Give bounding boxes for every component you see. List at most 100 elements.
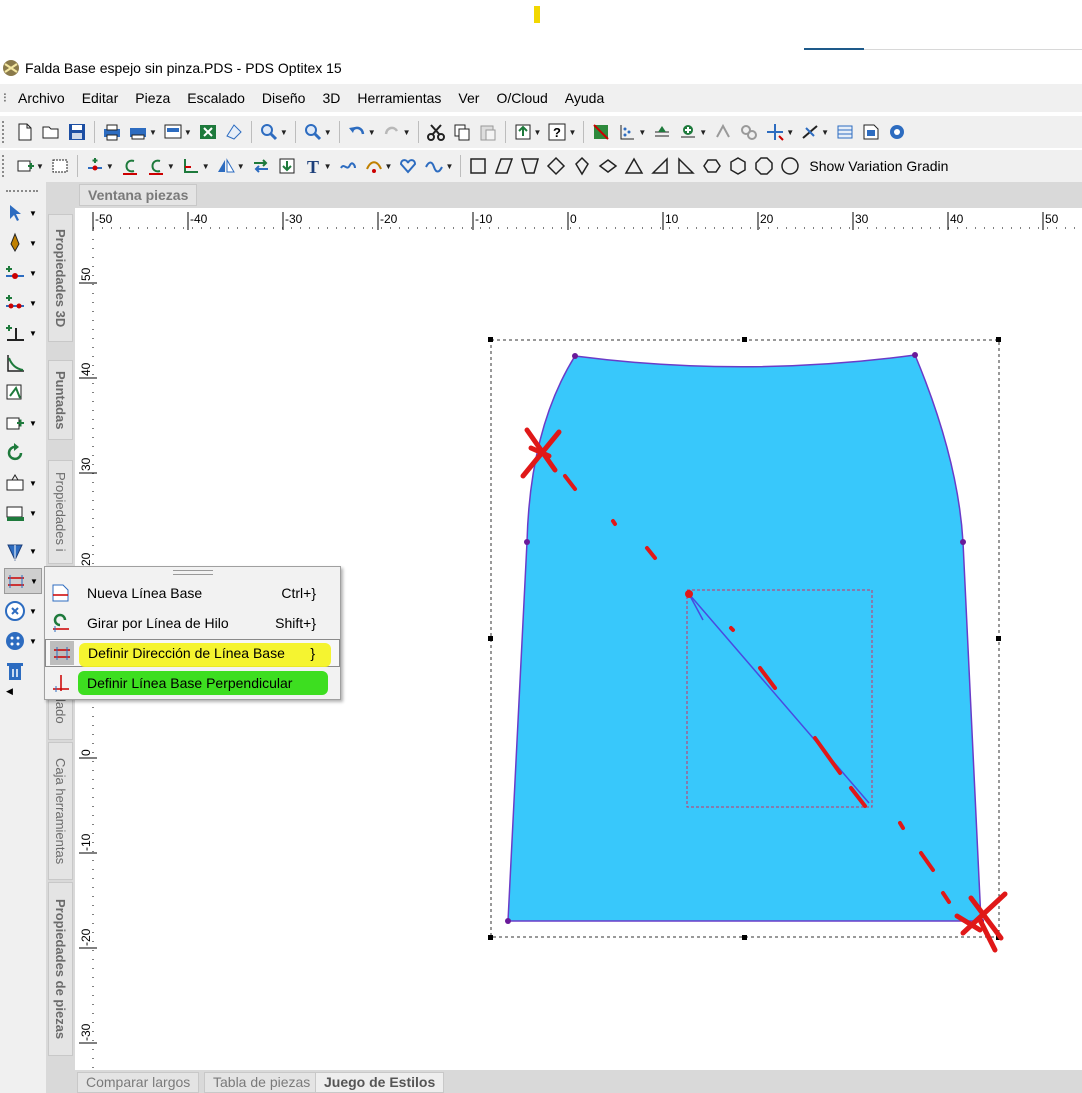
wave-icon[interactable] bbox=[423, 155, 445, 177]
dropdown-arrow-icon[interactable]: ▼ bbox=[36, 162, 44, 171]
baseline-tool-button[interactable]: ▼ bbox=[4, 568, 42, 594]
dropdown-arrow-icon[interactable]: ▼ bbox=[237, 162, 245, 171]
tab-tabla-de-piezas[interactable]: Tabla de piezas bbox=[204, 1072, 320, 1093]
tab-caja-herramientas[interactable]: Caja herramientas bbox=[48, 742, 73, 880]
tab-ventana-piezas[interactable]: Ventana piezas bbox=[79, 184, 198, 206]
button-tool-button[interactable]: ▼ bbox=[4, 628, 42, 654]
piece-info-icon[interactable] bbox=[860, 121, 882, 143]
menu-ocloud[interactable]: O/Cloud bbox=[488, 90, 556, 106]
mirror-icon[interactable] bbox=[215, 155, 237, 177]
corner-icon[interactable] bbox=[180, 155, 202, 177]
zoom-icon[interactable] bbox=[302, 121, 324, 143]
parallelogram-shape-icon[interactable] bbox=[493, 155, 515, 177]
menu-herramientas[interactable]: Herramientas bbox=[349, 90, 450, 106]
piece-point[interactable] bbox=[505, 918, 511, 924]
piece-point[interactable] bbox=[524, 539, 530, 545]
cut-icon[interactable] bbox=[425, 121, 447, 143]
octagon-shape-icon[interactable] bbox=[753, 155, 775, 177]
toolbox-more-icon[interactable]: ◀ bbox=[6, 686, 13, 697]
kite-shape-icon[interactable] bbox=[571, 155, 593, 177]
swap-icon[interactable] bbox=[250, 155, 272, 177]
dropdown-arrow-icon[interactable]: ▼ bbox=[280, 128, 288, 137]
pentagon-shape-icon[interactable] bbox=[701, 155, 723, 177]
dropdown-arrow-icon[interactable]: ▼ bbox=[368, 128, 376, 137]
button-hole-icon[interactable] bbox=[738, 121, 760, 143]
trapezoid-shape-icon[interactable] bbox=[519, 155, 541, 177]
right-triangle-left-shape-icon[interactable] bbox=[675, 155, 697, 177]
select-tool-button[interactable]: ▼ bbox=[4, 200, 42, 226]
rhombus-shape-icon[interactable] bbox=[597, 155, 619, 177]
piece-point[interactable] bbox=[572, 353, 578, 359]
add-piece-icon[interactable] bbox=[14, 155, 36, 177]
dropdown-arrow-icon[interactable]: ▼ bbox=[638, 128, 646, 137]
skirt-piece[interactable] bbox=[507, 354, 982, 922]
text-icon[interactable]: T bbox=[302, 155, 324, 177]
curve-tool-button[interactable] bbox=[4, 350, 42, 376]
pleat-icon[interactable] bbox=[799, 121, 821, 143]
grid-points-icon[interactable] bbox=[616, 121, 638, 143]
pen-tool-button[interactable]: ▼ bbox=[4, 230, 42, 256]
delete-tool-button[interactable] bbox=[4, 658, 42, 684]
grading-icon[interactable] bbox=[651, 121, 673, 143]
popup-grip[interactable] bbox=[173, 570, 213, 575]
add-point-icon[interactable] bbox=[84, 155, 106, 177]
dropdown-arrow-icon[interactable]: ▼ bbox=[324, 162, 332, 171]
piece-tool-button[interactable]: ▼ bbox=[4, 410, 42, 436]
notch-tool-button[interactable]: ▼ bbox=[4, 538, 42, 564]
tab-juego-de-estilos[interactable]: Juego de Estilos bbox=[315, 1072, 445, 1093]
help-icon[interactable]: ? bbox=[546, 121, 568, 143]
zoom-in-icon[interactable] bbox=[258, 121, 280, 143]
piece-point[interactable] bbox=[960, 539, 966, 545]
perpendicular-tool-button[interactable]: ▼ bbox=[4, 320, 42, 346]
triangle-shape-icon[interactable] bbox=[623, 155, 645, 177]
dropdown-arrow-icon[interactable]: ▼ bbox=[821, 128, 829, 137]
open-folder-icon[interactable] bbox=[40, 121, 62, 143]
show-variation-grading-button[interactable]: Show Variation Gradin bbox=[809, 158, 948, 174]
paste-icon[interactable] bbox=[477, 121, 499, 143]
import-icon[interactable] bbox=[276, 155, 298, 177]
rotate-tool-button[interactable] bbox=[4, 440, 42, 466]
menu-ayuda[interactable]: Ayuda bbox=[557, 90, 613, 106]
dropdown-arrow-icon[interactable]: ▼ bbox=[445, 162, 453, 171]
circle-shape-icon[interactable] bbox=[779, 155, 801, 177]
seam-icon[interactable] bbox=[363, 155, 385, 177]
sewing-tool-button[interactable]: ▼ bbox=[4, 500, 42, 526]
menu-archivo[interactable]: Archivo bbox=[10, 90, 74, 106]
rectangle-piece-icon[interactable] bbox=[49, 155, 71, 177]
export-icon[interactable] bbox=[512, 121, 534, 143]
copy-icon[interactable] bbox=[451, 121, 473, 143]
menu-diseno[interactable]: Diseño bbox=[254, 90, 315, 106]
dropdown-arrow-icon[interactable]: ▼ bbox=[403, 128, 411, 137]
menu-ver[interactable]: Ver bbox=[450, 90, 488, 106]
dropdown-arrow-icon[interactable]: ▼ bbox=[385, 162, 393, 171]
save-icon[interactable] bbox=[66, 121, 88, 143]
dart-tool-button[interactable]: ▼ bbox=[4, 470, 42, 496]
drill-icon[interactable] bbox=[764, 121, 786, 143]
3d-view-icon[interactable] bbox=[886, 121, 908, 143]
dropdown-arrow-icon[interactable]: ▼ bbox=[568, 128, 576, 137]
measure-tool-icon[interactable] bbox=[223, 121, 245, 143]
cancel-tool-button[interactable]: ▼ bbox=[4, 598, 42, 624]
menu-item-definir-linea-base-perpendicular[interactable]: Definir Línea Base Perpendicular bbox=[45, 669, 340, 697]
curve-icon[interactable] bbox=[145, 155, 167, 177]
diamond-shape-icon[interactable] bbox=[545, 155, 567, 177]
stitch-icon[interactable] bbox=[337, 155, 359, 177]
fabric-icon[interactable] bbox=[834, 121, 856, 143]
add-point-tool-button[interactable]: ▼ bbox=[4, 260, 42, 286]
tab-propiedades-i[interactable]: Propiedades i bbox=[48, 460, 73, 564]
square-shape-icon[interactable] bbox=[467, 155, 489, 177]
heart-shape-icon[interactable] bbox=[397, 155, 419, 177]
dropdown-arrow-icon[interactable]: ▼ bbox=[167, 162, 175, 171]
tab-propiedades-3d[interactable]: Propiedades 3D bbox=[48, 214, 73, 342]
clone-tool-button[interactable] bbox=[4, 380, 42, 406]
add-points-tool-button[interactable]: ▼ bbox=[4, 290, 42, 316]
hexagon-shape-icon[interactable] bbox=[727, 155, 749, 177]
new-file-icon[interactable] bbox=[14, 121, 36, 143]
curve-point-icon[interactable] bbox=[119, 155, 141, 177]
plot-icon[interactable] bbox=[127, 121, 149, 143]
redo-icon[interactable] bbox=[381, 121, 403, 143]
dropdown-arrow-icon[interactable]: ▼ bbox=[202, 162, 210, 171]
tab-puntadas[interactable]: Puntadas bbox=[48, 360, 73, 440]
right-triangle-shape-icon[interactable] bbox=[649, 155, 671, 177]
menu-item-definir-direccion-de-linea-base[interactable]: Definir Dirección de Línea Base } bbox=[45, 639, 340, 667]
